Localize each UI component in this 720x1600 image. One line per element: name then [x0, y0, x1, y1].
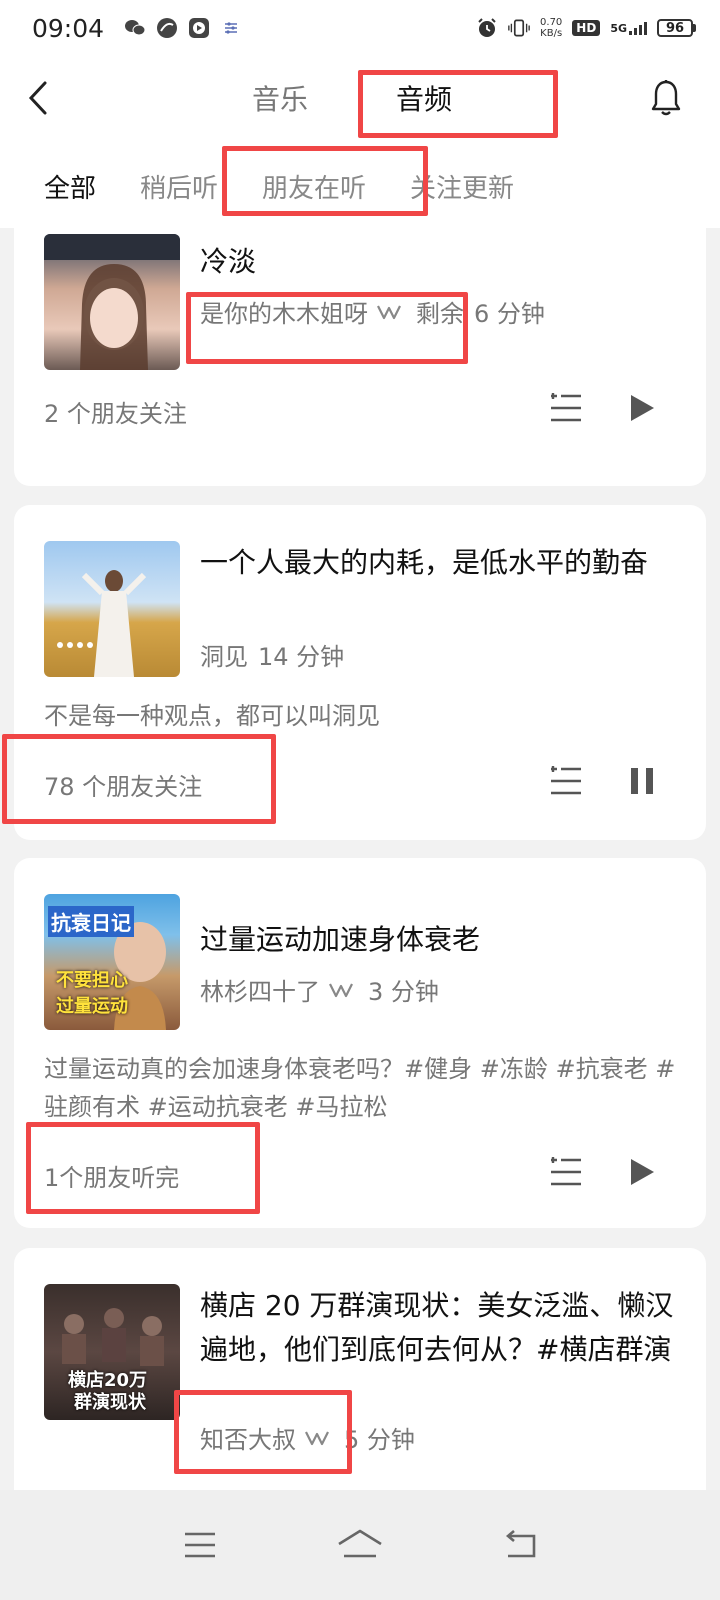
card-friend-count: 2 个朋友关注 — [44, 400, 187, 428]
card-remaining: 剩余 — [416, 300, 464, 328]
play-icon — [631, 395, 654, 421]
audio-card[interactable]: 横店20万 群演现状 横店 20 万群演现状：美女泛滥、懒汉遍地，他们到底何去何… — [14, 1248, 706, 1490]
wechat-icon — [124, 17, 146, 39]
audio-feed: 冷淡 是你的木木姐呀 剩余 6 分钟 2 个朋友关注 一个人最大的内耗，是低水平… — [0, 228, 720, 1490]
subtab-following-updates[interactable]: 关注更新 — [410, 168, 514, 205]
menu-nav-button[interactable] — [175, 1520, 225, 1570]
settings-slider-icon — [220, 17, 242, 39]
verified-icon — [328, 980, 354, 1000]
audio-card[interactable]: 抗衰日记 不要担心 过量运动 过量运动加速身体衰老 林杉四十了 3 分钟 过量运… — [14, 858, 706, 1228]
card-duration: 6 分钟 — [474, 300, 545, 328]
card-author: 林杉四十了 — [200, 978, 320, 1006]
tab-music[interactable]: 音乐 — [252, 78, 308, 118]
video-app-icon — [188, 17, 210, 39]
card-author: 洞见 — [200, 643, 248, 671]
card-author: 是你的木木姐呀 — [200, 300, 368, 328]
pause-button[interactable] — [620, 759, 664, 803]
system-nav-bar — [0, 1490, 720, 1600]
net-speed-unit: KB/s — [540, 28, 563, 39]
card-meta: 是你的木木姐呀 剩余 6 分钟 — [200, 294, 545, 329]
audio-card[interactable]: 一个人最大的内耗，是低水平的勤奋 洞见 14 分钟 不是每一种观点，都可以叫洞见… — [14, 505, 706, 840]
play-button[interactable] — [620, 1150, 664, 1194]
thumb-caption: 过量运动 — [56, 996, 128, 1017]
card-title: 冷淡 — [200, 245, 257, 278]
card-meta: 洞见 14 分钟 — [200, 637, 344, 672]
net-speed-value: 0.70 — [540, 17, 563, 28]
card-friend-count: 1个朋友听完 — [44, 1164, 180, 1192]
card-description: 过量运动真的会加速身体衰老吗？#健身 #冻龄 #抗衰老 #驻颜有术 #运动抗衰老… — [44, 1055, 676, 1121]
pause-icon — [631, 768, 653, 794]
tab-audio[interactable]: 音频 — [396, 78, 452, 118]
card-duration: 3 分钟 — [368, 978, 439, 1006]
vibrate-icon — [508, 17, 530, 39]
chevron-left-icon — [28, 81, 47, 115]
card-duration: 5 分钟 — [344, 1426, 415, 1454]
card-title: 一个人最大的内耗，是低水平的勤奋 — [200, 546, 649, 579]
card-title: 过量运动加速身体衰老 — [200, 923, 481, 956]
network-speed: 0.70 KB/s — [540, 17, 562, 39]
subtab-all[interactable]: 全部 — [44, 168, 96, 205]
subtab-friends-listening[interactable]: 朋友在听 — [262, 168, 366, 205]
card-meta: 知否大叔 5 分钟 — [200, 1420, 415, 1455]
subtab-listen-later[interactable]: 稍后听 — [140, 168, 218, 205]
add-to-playlist-button[interactable] — [544, 1150, 588, 1194]
top-header: 音乐 音频 — [0, 56, 720, 144]
card-title: 横店 20 万群演现状：美女泛滥、懒汉遍地，他们到底何去何从？#横店群演 — [200, 1289, 674, 1366]
card-author: 知否大叔 — [200, 1426, 296, 1454]
add-to-playlist-button[interactable] — [544, 386, 588, 430]
card-meta: 林杉四十了 3 分钟 — [200, 972, 439, 1007]
hd-badge: HD — [572, 20, 601, 36]
add-to-playlist-button[interactable] — [544, 759, 588, 803]
status-bar: 09:04 0.70 KB/s HD 5G 96 — [0, 0, 720, 56]
verified-icon — [376, 302, 402, 322]
bell-icon — [651, 80, 681, 116]
notification-button[interactable] — [644, 74, 688, 122]
playlist-add-icon — [551, 393, 581, 422]
card-thumbnail — [44, 234, 180, 370]
signal-icon: 5G — [610, 21, 647, 35]
card-description: 不是每一种观点，都可以叫洞见 — [44, 702, 380, 730]
verified-icon — [304, 1428, 330, 1448]
sub-tabs: 全部 稍后听 朋友在听 关注更新 — [0, 144, 720, 228]
return-icon — [505, 1530, 536, 1558]
audio-card[interactable]: 冷淡 是你的木木姐呀 剩余 6 分钟 2 个朋友关注 — [14, 228, 706, 486]
battery-level: 96 — [657, 19, 693, 37]
card-duration: 14 分钟 — [258, 643, 345, 671]
card-thumbnail — [44, 541, 180, 677]
back-nav-button[interactable] — [495, 1520, 545, 1570]
playlist-add-icon — [551, 1157, 581, 1186]
play-button[interactable] — [620, 386, 664, 430]
back-button[interactable] — [18, 76, 58, 120]
home-nav-button[interactable] — [335, 1520, 385, 1570]
app-leaf-icon — [156, 17, 178, 39]
card-friend-count: 78 个朋友关注 — [44, 773, 203, 801]
play-icon — [631, 1159, 654, 1185]
thumb-caption: 不要担心 — [56, 970, 128, 991]
battery-icon: 96 — [657, 19, 696, 37]
card-thumbnail: 横店20万 群演现状 — [44, 1284, 180, 1420]
signal-label: 5G — [610, 22, 627, 35]
card-thumbnail: 抗衰日记 不要担心 过量运动 — [44, 894, 180, 1030]
playlist-add-icon — [551, 766, 581, 795]
alarm-icon — [476, 17, 498, 39]
status-time: 09:04 — [32, 13, 105, 43]
thumb-caption: 群演现状 — [74, 1392, 146, 1413]
home-icon — [338, 1529, 382, 1558]
menu-icon — [185, 1532, 215, 1558]
thumb-caption: 抗衰日记 — [48, 906, 134, 937]
